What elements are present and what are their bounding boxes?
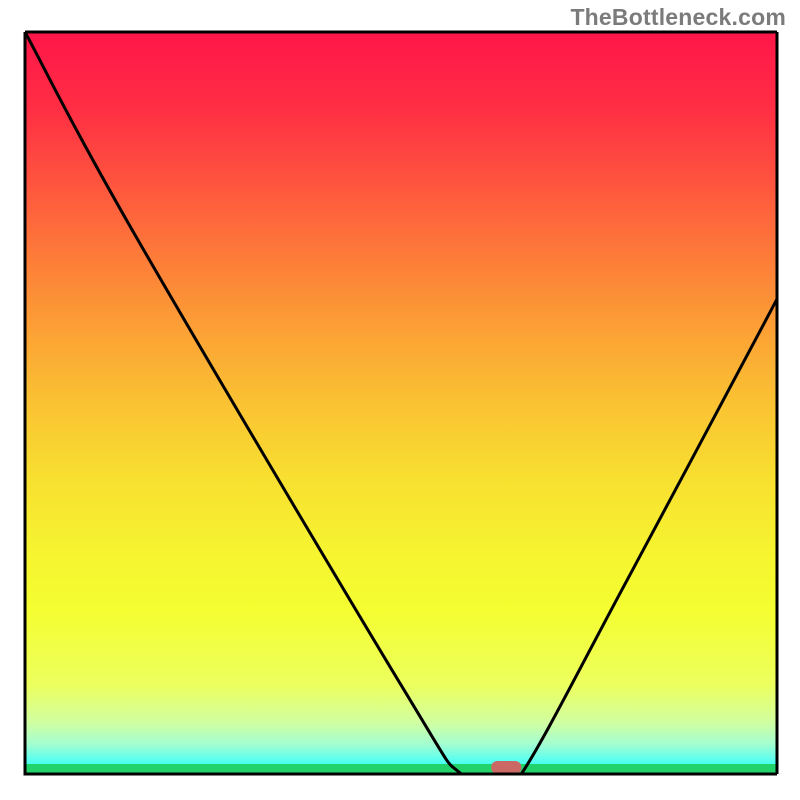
optimal-marker [491,761,521,774]
plot-background [25,32,777,774]
chart-container: { "watermark": "TheBottleneck.com", "cha… [0,0,800,800]
bottleneck-chart [0,0,800,800]
